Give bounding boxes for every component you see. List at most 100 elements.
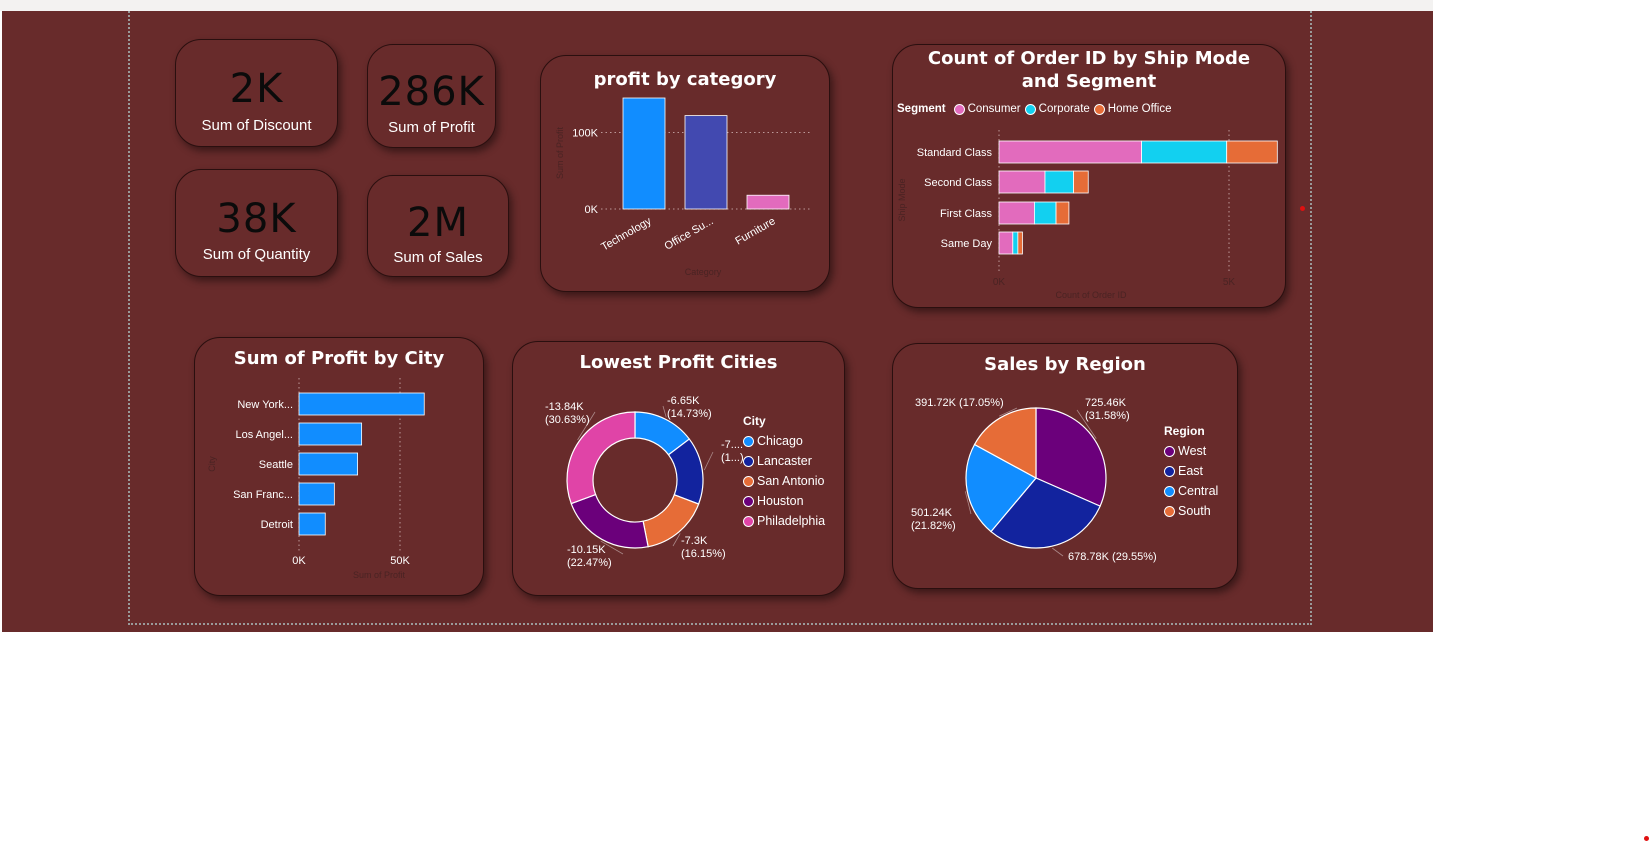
legend-marker	[743, 435, 754, 447]
y-tick-label: New York...	[237, 399, 293, 411]
y-axis-title: City	[207, 456, 217, 472]
kpi-label: Sum of Sales	[393, 249, 483, 266]
bar-segment	[1073, 170, 1089, 194]
legend-item-central[interactable]: Central	[1164, 484, 1218, 498]
bar-segment	[998, 140, 1143, 164]
legend-label: Houston	[757, 494, 804, 508]
legend-marker	[1164, 505, 1175, 517]
y-axis-title: Ship Mode	[897, 178, 907, 221]
data-label: 678.78K (29.55%)	[1068, 551, 1157, 563]
kpi-card-profit[interactable]: 286K Sum of Profit	[367, 44, 496, 148]
kpi-card-sales[interactable]: 2M Sum of Sales	[367, 175, 509, 277]
kpi-value: 38K	[216, 196, 297, 242]
leader-line	[1052, 547, 1064, 557]
kpi-label: Sum of Profit	[388, 119, 475, 136]
x-tick-label: 0K	[993, 277, 1006, 288]
legend-item-chicago[interactable]: Chicago	[743, 434, 825, 448]
data-label: -10.15K	[567, 544, 606, 556]
resize-handle[interactable]	[1644, 836, 1649, 841]
y-tick-label: Los Angel...	[236, 429, 294, 441]
region-legend[interactable]: Region West East Central South	[1164, 424, 1218, 518]
slice-houston	[570, 493, 649, 549]
x-tick-label: Technology	[599, 215, 654, 253]
kpi-value: 286K	[378, 69, 485, 115]
orders-by-shipmode-chart: 0K 5K Standard Class Second Class First Clas…	[897, 130, 1278, 300]
kpi-value: 2M	[407, 200, 469, 246]
bar-segment	[1034, 201, 1057, 225]
legend-label: East	[1178, 464, 1204, 478]
legend-item-san-antonio[interactable]: San Antonio	[743, 474, 825, 488]
bar-3	[298, 482, 335, 506]
visual-profit-by-city[interactable]: Sum of Profit by City 0K 50K New York... Lo…	[194, 337, 484, 596]
x-tick-label: 50K	[390, 555, 410, 567]
report-top-bar	[0, 0, 1433, 11]
visual-sales-by-region[interactable]: Sales by Region 725.46K (31.58%) 678.78K (…	[892, 343, 1238, 589]
y-tick-label: 100K	[572, 127, 598, 139]
visual-orders-by-shipmode-segment[interactable]: Count of Order ID by Ship Mode and Segme…	[892, 44, 1286, 308]
bar-segment	[1017, 231, 1023, 255]
legend-marker	[1164, 445, 1175, 457]
legend-label: Chicago	[757, 434, 803, 448]
legend-item-philadelphia[interactable]: Philadelphia	[743, 514, 825, 528]
legend-marker	[743, 495, 754, 507]
data-label: (22.47%)	[567, 557, 612, 569]
legend-marker	[743, 455, 754, 467]
data-label: (16.15%)	[681, 548, 726, 560]
data-label: (30.63%)	[545, 414, 590, 426]
data-label: (14.73%)	[667, 408, 712, 420]
legend-title: Region	[1164, 424, 1205, 438]
y-tick-label: Same Day	[941, 238, 993, 250]
bar-segment	[998, 201, 1035, 225]
y-tick-label: Detroit	[261, 519, 293, 531]
data-label: 725.46K	[1085, 397, 1127, 409]
legend-marker	[743, 515, 754, 527]
y-tick-label: Seattle	[259, 459, 293, 471]
x-tick-label: 5K	[1223, 277, 1236, 288]
bar-2	[746, 194, 790, 210]
bar-segment	[1141, 140, 1228, 164]
legend-item-houston[interactable]: Houston	[743, 494, 825, 508]
legend-label: West	[1178, 444, 1207, 458]
visual-profit-by-category[interactable]: profit by category 100K 0K Technology Offic…	[540, 55, 830, 292]
bar-0	[298, 392, 425, 416]
leader-line	[703, 451, 714, 471]
profit-by-city-chart: 0K 50K New York... Los Angel... Seattle San F…	[207, 378, 425, 580]
legend-item-west[interactable]: West	[1164, 444, 1218, 458]
legend-marker	[1164, 485, 1175, 497]
legend-label: Philadelphia	[757, 514, 826, 528]
bar-segment	[1012, 231, 1019, 255]
data-label: (21.82%)	[911, 520, 956, 532]
kpi-value: 2K	[229, 66, 284, 112]
selection-marker	[1300, 206, 1305, 211]
legend-label: South	[1178, 504, 1211, 518]
city-legend[interactable]: City Chicago Lancaster San Antonio Houston P…	[743, 414, 825, 528]
y-axis-title: Sum of Profit	[555, 126, 565, 179]
kpi-card-discount[interactable]: 2K Sum of Discount	[175, 39, 338, 147]
visual-lowest-profit-cities[interactable]: Lowest Profit Cities -6.65K (14.73%) -7...…	[512, 341, 845, 596]
y-tick-label: 0K	[585, 204, 599, 216]
bar-segment	[998, 170, 1046, 194]
x-axis-title: Sum of Profit	[353, 570, 406, 580]
legend-item-east[interactable]: East	[1164, 464, 1218, 478]
y-tick-label: First Class	[940, 208, 992, 220]
legend-marker	[1164, 465, 1175, 477]
bar-0	[622, 97, 666, 210]
kpi-label: Sum of Quantity	[202, 246, 311, 263]
bar-segment	[1044, 170, 1074, 194]
bar-segment	[998, 231, 1014, 255]
data-label: (31.58%)	[1085, 410, 1130, 422]
bar-segment	[1226, 140, 1278, 164]
legend-item-lancaster[interactable]: Lancaster	[743, 454, 825, 468]
data-label: -7....	[721, 439, 743, 451]
data-label: -6.65K	[667, 395, 700, 407]
legend-label: Lancaster	[757, 454, 812, 468]
kpi-label: Sum of Discount	[201, 117, 312, 134]
y-tick-label: San Franc...	[233, 489, 293, 501]
kpi-card-quantity[interactable]: 38K Sum of Quantity	[175, 169, 338, 277]
y-tick-label: Standard Class	[917, 147, 993, 159]
data-label: (1...)	[721, 452, 744, 464]
data-label: 391.72K (17.05%)	[915, 397, 1004, 409]
legend-title: City	[743, 414, 766, 428]
legend-label: San Antonio	[757, 474, 825, 488]
legend-item-south[interactable]: South	[1164, 504, 1218, 518]
